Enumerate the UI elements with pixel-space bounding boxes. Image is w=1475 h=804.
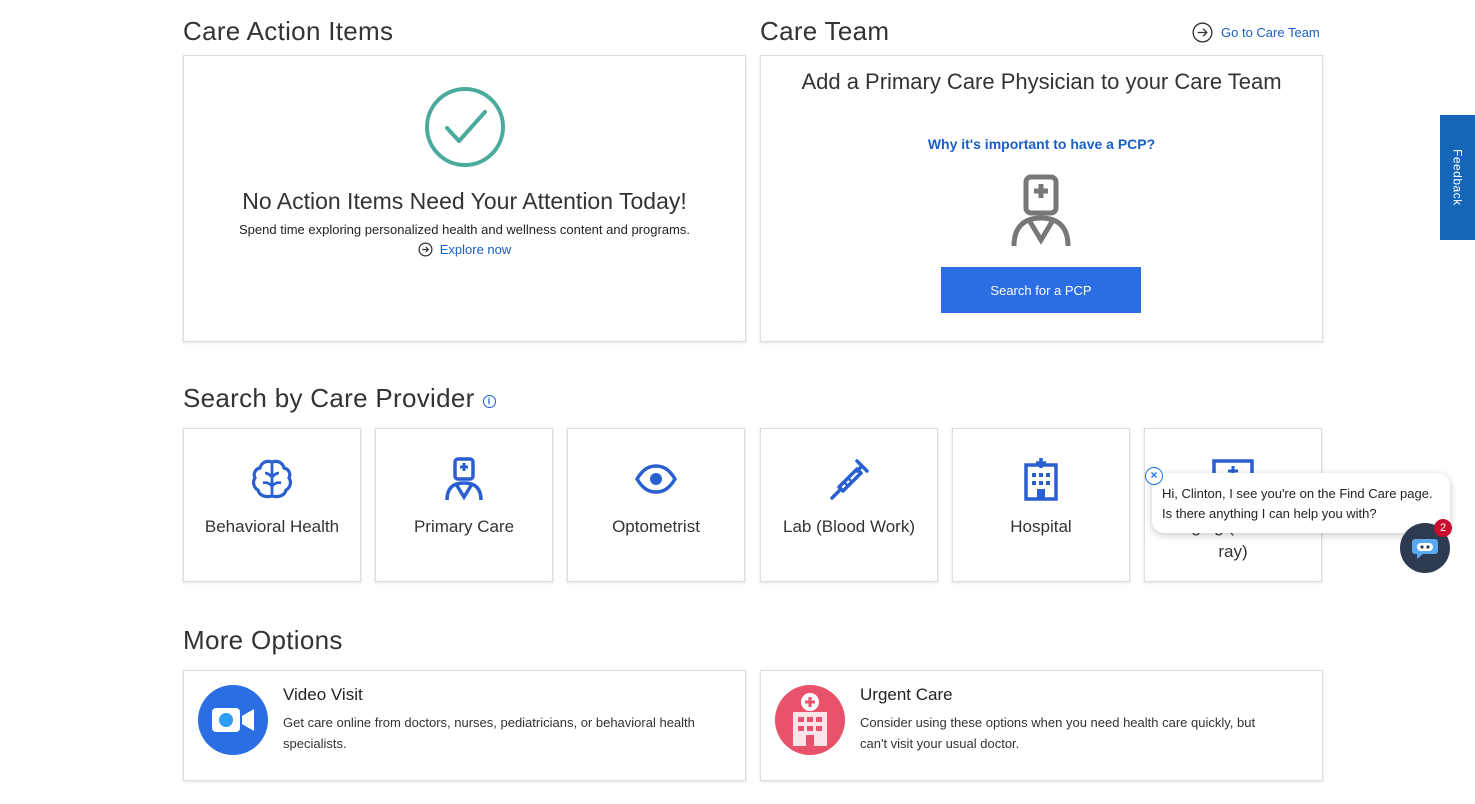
hospital-icon [1024,458,1058,501]
urgent-care-title: Urgent Care [860,685,953,704]
chat-close-icon[interactable]: × [1145,467,1163,485]
more-options-title: More Options [183,625,343,655]
tile-label: Lab (Blood Work) [783,517,915,536]
chat-message-bubble[interactable]: Hi, Clinton, I see you're on the Find Ca… [1152,473,1450,533]
go-to-care-team-link[interactable]: Go to Care Team [1192,22,1320,43]
no-action-items-subtext: Spend time exploring personalized health… [239,222,690,237]
syringe-icon [830,459,869,500]
arrow-circle-right-icon [418,242,433,257]
search-for-pcp-button[interactable]: Search for a PCP [941,267,1141,313]
no-action-items-headline: No Action Items Need Your Attention Toda… [242,188,687,214]
info-icon[interactable]: i [482,395,496,408]
urgent-care-description: Consider using these options when you ne… [860,715,1256,751]
video-visit-description: Get care online from doctors, nurses, pe… [283,715,695,751]
care-action-items-title: Care Action Items [183,16,394,46]
chat-notification-badge: 2 [1434,519,1452,537]
tile-label: Optometrist [612,517,700,536]
urgent-care-badge [775,685,845,755]
video-visit-card[interactable]: Video Visit Get care online from doctors… [183,670,746,781]
search-by-care-provider-label: Search by Care Provider [183,383,475,413]
checkmark-circle-icon [425,87,505,167]
urgent-care-card[interactable]: Urgent Care Consider using these options… [760,670,1323,781]
add-pcp-headline: Add a Primary Care Physician to your Car… [801,69,1282,94]
tile-optometrist[interactable]: Optometrist [567,428,745,582]
explore-now-label: Explore now [439,242,512,257]
tile-primary-care[interactable]: Primary Care [375,428,553,582]
tile-behavioral-health[interactable]: Behavioral Health [183,428,361,582]
tile-lab-blood-work[interactable]: Lab (Blood Work) [760,428,938,582]
feedback-tab[interactable]: Feedback [1440,115,1475,240]
eye-icon [635,464,677,494]
care-team-title: Care Team [760,16,890,46]
doctor-icon [1011,174,1071,247]
brain-icon [251,459,293,499]
video-camera-icon [212,708,254,732]
care-team-card: Add a Primary Care Physician to your Car… [760,55,1323,342]
care-action-items-card: No Action Items Need Your Attention Toda… [183,55,746,342]
video-visit-title: Video Visit [283,685,363,704]
search-by-care-provider-title: Search by Care Provider i [183,383,496,414]
urgent-care-icon [793,693,827,746]
video-visit-badge [198,685,268,755]
why-pcp-link[interactable]: Why it's important to have a PCP? [761,136,1322,152]
tile-label: Primary Care [413,517,515,536]
arrow-circle-right-icon [1192,22,1213,43]
go-to-care-team-label: Go to Care Team [1221,25,1320,40]
explore-now-link[interactable]: Explore now [184,242,745,257]
nurse-icon [445,457,483,501]
tile-label: Hospital [1010,517,1072,536]
tile-label: Behavioral Health [204,517,340,536]
feedback-label: Feedback [1450,149,1465,206]
chat-bot-icon [1412,539,1438,559]
tile-hospital[interactable]: Hospital [952,428,1130,582]
